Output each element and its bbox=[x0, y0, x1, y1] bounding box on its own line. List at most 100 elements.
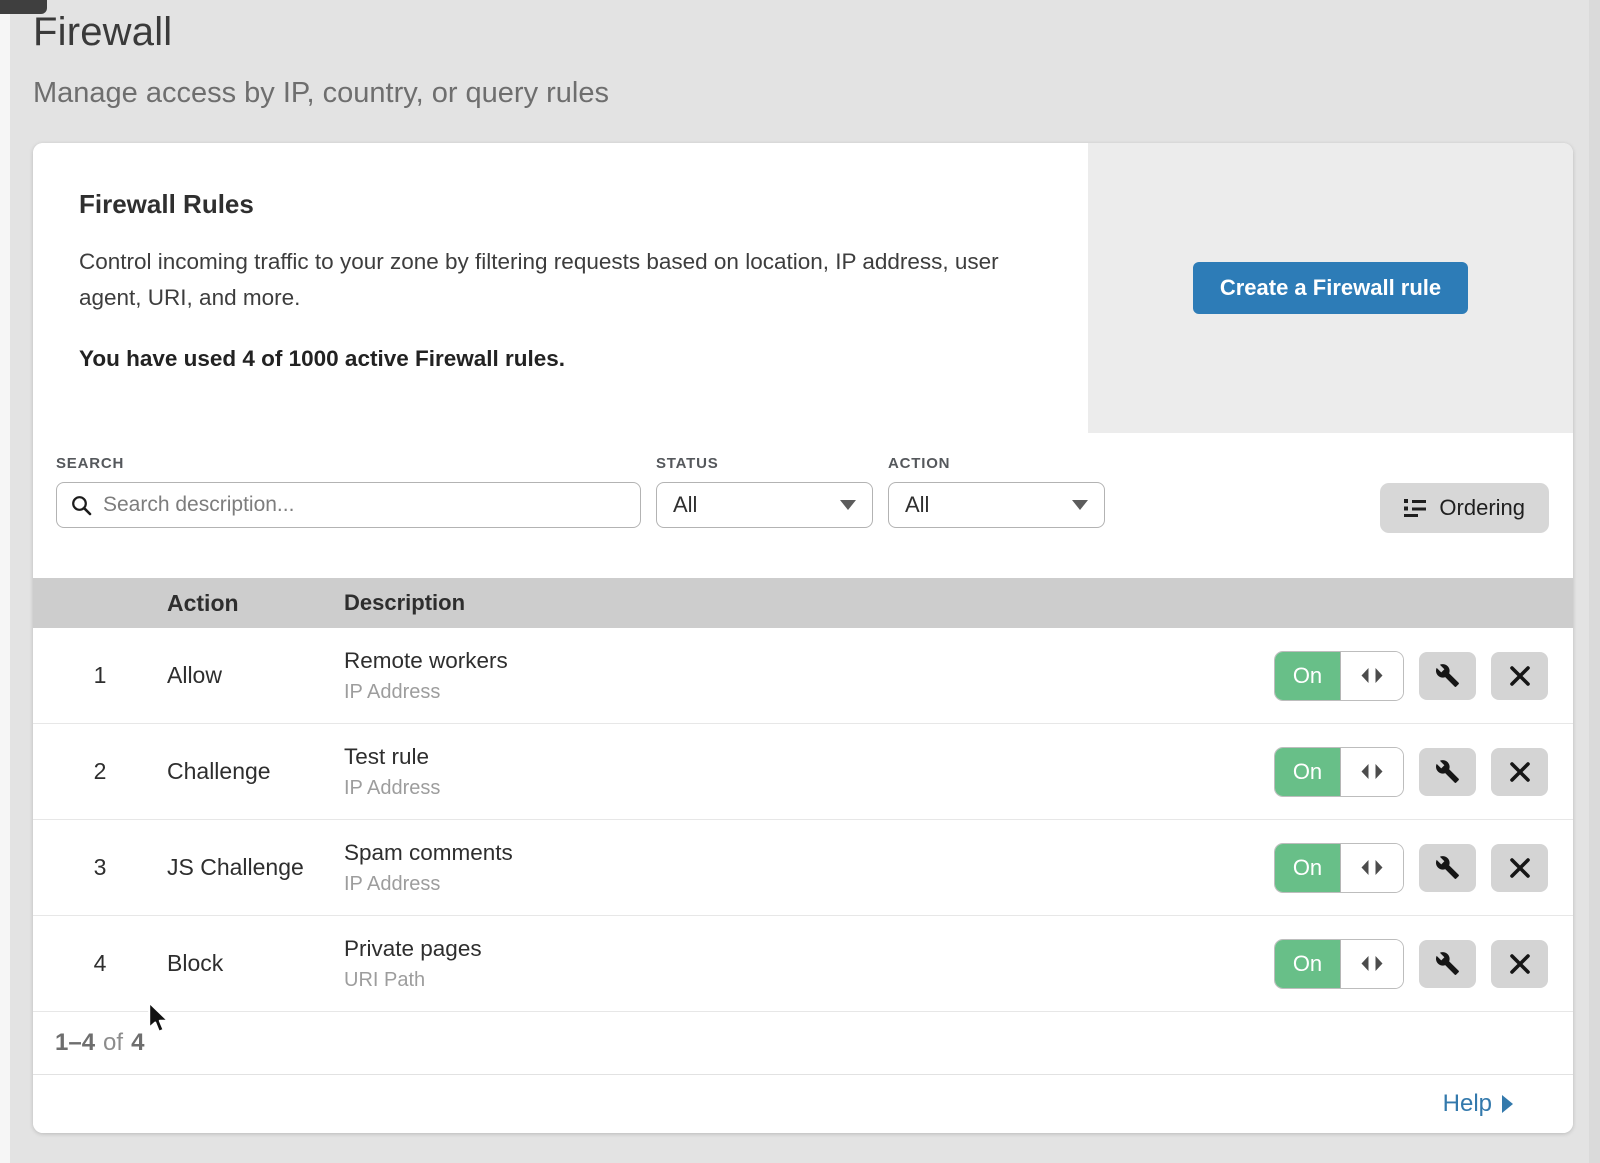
delete-rule-button[interactable] bbox=[1491, 844, 1548, 892]
window-left-edge bbox=[0, 14, 10, 1163]
page-subtitle: Manage access by IP, country, or query r… bbox=[33, 77, 1600, 110]
rule-description-cell: Remote workers IP Address bbox=[344, 648, 1274, 704]
toggle-on-label: On bbox=[1275, 748, 1340, 796]
rule-action: Allow bbox=[167, 662, 344, 689]
wrench-icon bbox=[1435, 951, 1460, 976]
rules-usage-note: You have used 4 of 1000 active Firewall … bbox=[79, 346, 1040, 372]
search-input[interactable] bbox=[103, 493, 626, 517]
drag-arrows-icon bbox=[1360, 764, 1384, 779]
page-title: Firewall bbox=[33, 10, 1600, 55]
rule-match-type: IP Address bbox=[344, 873, 1274, 896]
rules-description: Control incoming traffic to your zone by… bbox=[79, 244, 1024, 316]
ordered-list-icon bbox=[1404, 498, 1426, 518]
close-icon bbox=[1509, 761, 1531, 783]
firewall-rules-card: Firewall Rules Control incoming traffic … bbox=[33, 143, 1573, 1133]
rule-enabled-toggle[interactable]: On bbox=[1274, 939, 1404, 989]
ordering-button[interactable]: Ordering bbox=[1380, 483, 1549, 533]
toggle-drag-handle[interactable] bbox=[1340, 652, 1403, 700]
rule-description-cell: Private pages URI Path bbox=[344, 936, 1274, 992]
action-select-value: All bbox=[905, 492, 929, 518]
table-row: 2 Challenge Test rule IP Address On bbox=[33, 724, 1573, 820]
rule-match-type: IP Address bbox=[344, 681, 1274, 704]
rule-description-cell: Spam comments IP Address bbox=[344, 840, 1274, 896]
pagination: 1–4 of 4 bbox=[33, 1012, 1573, 1074]
action-label: ACTION bbox=[888, 455, 1105, 472]
rule-description-cell: Test rule IP Address bbox=[344, 744, 1274, 800]
description-column-header: Description bbox=[344, 590, 1573, 616]
rule-match-type: IP Address bbox=[344, 777, 1274, 800]
status-filter-group: STATUS All bbox=[656, 455, 873, 528]
toggle-on-label: On bbox=[1275, 940, 1340, 988]
ordering-button-label: Ordering bbox=[1439, 495, 1525, 521]
toggle-drag-handle[interactable] bbox=[1340, 748, 1403, 796]
close-icon bbox=[1509, 953, 1531, 975]
table-row: 1 Allow Remote workers IP Address On bbox=[33, 628, 1573, 724]
rule-controls: On bbox=[1274, 747, 1548, 797]
pagination-range: 1–4 bbox=[55, 1029, 95, 1057]
create-rule-panel: Create a Firewall rule bbox=[1088, 143, 1573, 433]
window-corner bbox=[0, 0, 47, 14]
page-header: Firewall Manage access by IP, country, o… bbox=[0, 0, 1600, 110]
search-box bbox=[56, 482, 641, 528]
toggle-drag-handle[interactable] bbox=[1340, 844, 1403, 892]
create-firewall-rule-button[interactable]: Create a Firewall rule bbox=[1193, 262, 1468, 314]
rule-controls: On bbox=[1274, 843, 1548, 893]
toggle-drag-handle[interactable] bbox=[1340, 940, 1403, 988]
delete-rule-button[interactable] bbox=[1491, 940, 1548, 988]
window-right-edge bbox=[1589, 0, 1600, 1163]
search-label: SEARCH bbox=[56, 455, 641, 472]
table-row: 3 JS Challenge Spam comments IP Address … bbox=[33, 820, 1573, 916]
card-footer: Help bbox=[33, 1074, 1573, 1133]
pagination-of: of bbox=[103, 1029, 123, 1057]
search-filter-group: SEARCH bbox=[56, 455, 641, 528]
close-icon bbox=[1509, 857, 1531, 879]
rule-priority: 2 bbox=[33, 758, 167, 785]
rules-intro-text: Firewall Rules Control incoming traffic … bbox=[33, 143, 1088, 433]
rule-description: Remote workers bbox=[344, 648, 1274, 674]
edit-rule-button[interactable] bbox=[1419, 940, 1476, 988]
table-header: Action Description bbox=[33, 578, 1573, 628]
rule-enabled-toggle[interactable]: On bbox=[1274, 651, 1404, 701]
edit-rule-button[interactable] bbox=[1419, 652, 1476, 700]
help-link[interactable]: Help bbox=[1443, 1090, 1513, 1118]
rules-table-body: 1 Allow Remote workers IP Address On 2 C… bbox=[33, 628, 1573, 1012]
toggle-on-label: On bbox=[1275, 652, 1340, 700]
rule-enabled-toggle[interactable]: On bbox=[1274, 747, 1404, 797]
pagination-total: 4 bbox=[131, 1029, 144, 1057]
rule-description: Spam comments bbox=[344, 840, 1274, 866]
rule-priority: 3 bbox=[33, 854, 167, 881]
delete-rule-button[interactable] bbox=[1491, 748, 1548, 796]
rule-priority: 4 bbox=[33, 950, 167, 977]
wrench-icon bbox=[1435, 759, 1460, 784]
drag-arrows-icon bbox=[1360, 860, 1384, 875]
rule-action: Challenge bbox=[167, 758, 344, 785]
wrench-icon bbox=[1435, 663, 1460, 688]
wrench-icon bbox=[1435, 855, 1460, 880]
rule-match-type: URI Path bbox=[344, 969, 1274, 992]
rule-action: Block bbox=[167, 950, 344, 977]
edit-rule-button[interactable] bbox=[1419, 748, 1476, 796]
table-row: 4 Block Private pages URI Path On bbox=[33, 916, 1573, 1012]
drag-arrows-icon bbox=[1360, 668, 1384, 683]
rule-description: Private pages bbox=[344, 936, 1274, 962]
chevron-down-icon bbox=[840, 500, 856, 510]
rules-intro-section: Firewall Rules Control incoming traffic … bbox=[33, 143, 1573, 433]
arrow-right-icon bbox=[1502, 1095, 1513, 1113]
rule-priority: 1 bbox=[33, 662, 167, 689]
action-column-header: Action bbox=[167, 590, 344, 617]
status-label: STATUS bbox=[656, 455, 873, 472]
rule-description: Test rule bbox=[344, 744, 1274, 770]
search-icon bbox=[71, 495, 92, 516]
rule-action: JS Challenge bbox=[167, 854, 344, 881]
rule-controls: On bbox=[1274, 939, 1548, 989]
toggle-on-label: On bbox=[1275, 844, 1340, 892]
status-select-value: All bbox=[673, 492, 697, 518]
action-select[interactable]: All bbox=[888, 482, 1105, 528]
close-icon bbox=[1509, 665, 1531, 687]
delete-rule-button[interactable] bbox=[1491, 652, 1548, 700]
status-select[interactable]: All bbox=[656, 482, 873, 528]
chevron-down-icon bbox=[1072, 500, 1088, 510]
rule-enabled-toggle[interactable]: On bbox=[1274, 843, 1404, 893]
edit-rule-button[interactable] bbox=[1419, 844, 1476, 892]
rule-controls: On bbox=[1274, 651, 1548, 701]
